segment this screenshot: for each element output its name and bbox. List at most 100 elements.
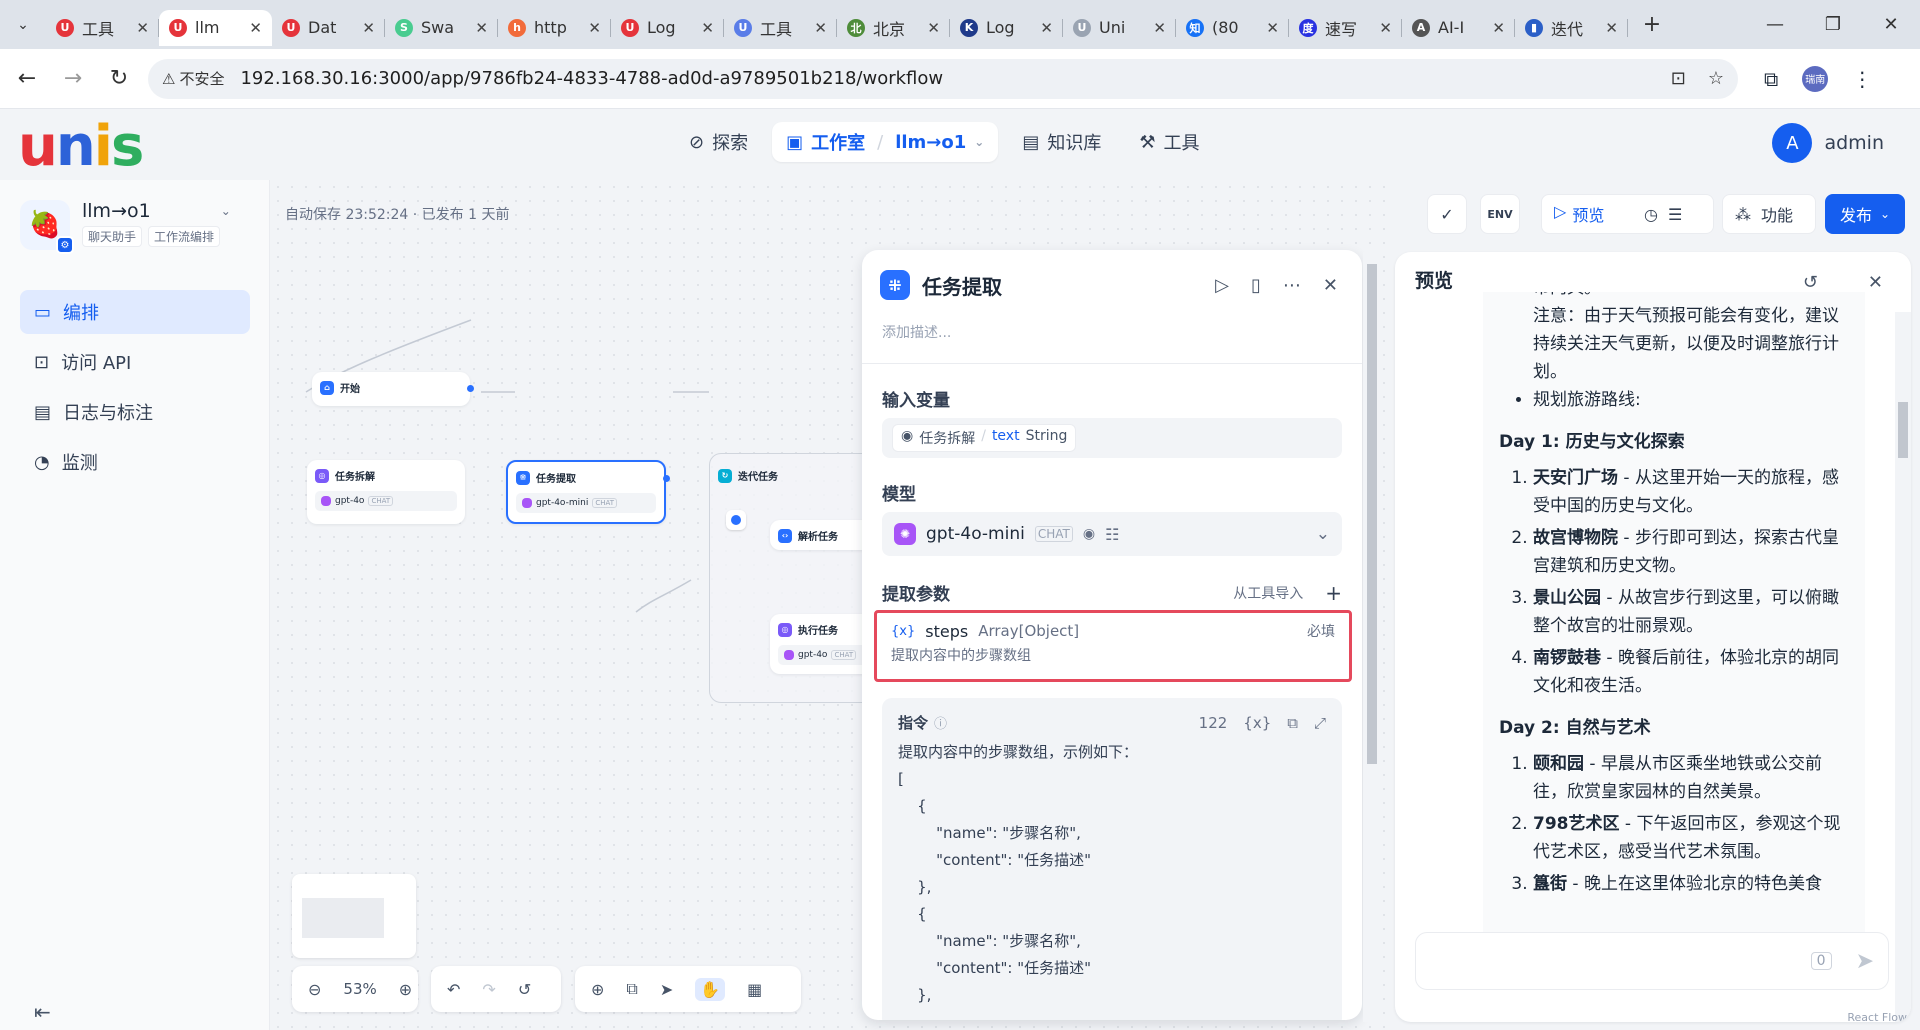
add-param-icon[interactable]: + (1325, 581, 1342, 605)
minimap[interactable] (292, 874, 416, 958)
chevron-down-icon[interactable]: ⌄ (221, 204, 231, 218)
preview-scrollbar[interactable] (1895, 312, 1911, 1022)
browser-tab[interactable]: U 工具 ✕ (724, 10, 837, 46)
collapse-sidebar-icon[interactable]: ⇤ (34, 1000, 51, 1024)
input-var-pill[interactable]: ◉ 任务拆解 / text String (892, 424, 1077, 452)
instruction-text[interactable]: 提取内容中的步骤数组，示例如下： [ { "name": "步骤名称", "co… (898, 739, 1326, 1009)
close-tab-icon[interactable]: ✕ (1040, 19, 1053, 37)
history-icon[interactable]: ↺ (518, 980, 531, 999)
insert-variable-icon[interactable]: {x} (1243, 714, 1271, 732)
user-menu[interactable]: A admin (1772, 123, 1884, 163)
nav-knowledge[interactable]: ▤ 知识库 (1008, 122, 1115, 162)
input-var-selector[interactable]: ◉ 任务拆解 / text String (882, 418, 1342, 458)
run-node-icon[interactable]: ▷ (1215, 275, 1229, 296)
reload-icon[interactable]: ↻ (100, 60, 138, 98)
panel-title[interactable]: 任务提取 (922, 271, 1002, 300)
add-note-icon[interactable]: ⧉ (626, 979, 637, 999)
browser-tab[interactable]: U 工具 ✕ (46, 10, 159, 46)
close-tab-icon[interactable]: ✕ (701, 19, 714, 37)
close-window-icon[interactable]: ✕ (1862, 0, 1920, 49)
omnibox[interactable]: ⚠ 不安全 192.168.30.16:3000/app/9786fb24-483… (148, 58, 1738, 99)
close-tab-icon[interactable]: ✕ (588, 19, 601, 37)
close-tab-icon[interactable]: ✕ (1379, 19, 1392, 37)
forward-icon[interactable]: → (54, 60, 92, 98)
instruction-editor[interactable]: 指令 ⓘ 122 {x} ⧉ ⤢ 提取内容中的步骤数组，示例如下： [ { "n… (882, 698, 1342, 1020)
chat-input[interactable]: 0 ➤ (1415, 932, 1889, 990)
node-handle[interactable] (663, 475, 670, 482)
close-tab-icon[interactable]: ✕ (475, 19, 488, 37)
node-handle[interactable] (467, 385, 474, 392)
hand-icon[interactable]: ✋ (695, 977, 726, 1001)
nav-explore[interactable]: ⊘ 探索 (675, 122, 762, 162)
pointer-icon[interactable]: ➤ (660, 980, 673, 999)
restart-icon[interactable]: ↺ (1803, 272, 1818, 293)
browser-tab[interactable]: ▮ 迭代 ✕ (1515, 10, 1628, 46)
zoom-level[interactable]: 53% (343, 980, 376, 998)
checklist-run-icon[interactable]: ☰ (1668, 205, 1682, 224)
browser-tab[interactable]: 度速写 ✕ (1289, 10, 1402, 46)
browser-tab[interactable]: K Log ✕ (950, 10, 1063, 46)
close-tab-icon[interactable]: ✕ (362, 19, 375, 37)
react-flow-attribution[interactable]: React Flow (1847, 1011, 1907, 1022)
browser-tab[interactable]: S Swa ✕ (385, 10, 498, 46)
nav-tools[interactable]: ⚒ 工具 (1125, 122, 1213, 162)
send-icon[interactable]: ➤ (1856, 949, 1874, 974)
close-tab-icon[interactable]: ✕ (1492, 19, 1505, 37)
sidebar-item-orchestrate[interactable]: ▭ 编排 (20, 290, 250, 334)
close-preview-icon[interactable]: ✕ (1868, 272, 1883, 293)
checklist-icon[interactable]: ✓ (1427, 194, 1467, 234)
layout-grid-icon[interactable]: ▦ (747, 980, 762, 999)
sidebar-item-logs[interactable]: ▤ 日志与标注 (20, 390, 250, 434)
undo-icon[interactable]: ↶ (447, 980, 460, 999)
panel-scrollbar[interactable] (1363, 252, 1381, 1022)
security-warning[interactable]: ⚠ 不安全 (162, 68, 224, 89)
browser-tab[interactable]: 北北京 ✕ (837, 10, 950, 46)
browser-tab[interactable]: U Log ✕ (611, 10, 724, 46)
url-text[interactable]: 192.168.30.16:3000/app/9786fb24-4833-478… (240, 68, 1648, 89)
browser-tab[interactable]: U Uni ✕ (1063, 10, 1176, 46)
node-start[interactable]: ⌂ 开始 (312, 372, 470, 406)
current-app-name[interactable]: llm→o1 (895, 132, 966, 153)
close-tab-icon[interactable]: ✕ (136, 19, 149, 37)
node-task-split[interactable]: ◎ 任务拆解 gpt-4o CHAT (307, 460, 465, 524)
sidebar-item-api[interactable]: ⊡ 访问 API (20, 340, 250, 384)
add-node-icon[interactable]: ⊕ (591, 980, 604, 999)
close-tab-icon[interactable]: ✕ (1153, 19, 1166, 37)
close-tab-icon[interactable]: ✕ (927, 19, 940, 37)
expand-icon[interactable]: ⤢ (1314, 714, 1326, 732)
model-selector[interactable]: ✺ gpt-4o-mini CHAT ◉ ☷ ⌄ (882, 512, 1342, 556)
more-icon[interactable]: ⋯ (1283, 275, 1301, 296)
help-icon[interactable]: ⓘ (934, 713, 947, 732)
nav-studio[interactable]: ▣ 工作室 / llm→o1 ⌄ (772, 122, 999, 162)
unis-logo[interactable]: unis (18, 119, 144, 175)
back-icon[interactable]: ← (8, 60, 46, 98)
close-tab-icon[interactable]: ✕ (1605, 19, 1618, 37)
env-icon[interactable]: ENV (1480, 194, 1520, 234)
app-card[interactable]: 🍓 ⚙ llm→o1 ⌄ 聊天助手 工作流编排 (20, 200, 231, 254)
close-tab-icon[interactable]: ✕ (1266, 19, 1279, 37)
iteration-container[interactable]: ↻ 迭代任务 ‹› 解析任务 ◎ 执行任务 gpt-4o CHAT (709, 453, 880, 703)
tab-search-icon[interactable]: ⌄ (0, 0, 46, 49)
copy-icon[interactable]: ⧉ (1287, 714, 1298, 732)
new-tab-button[interactable]: + (1634, 7, 1670, 43)
browser-tab[interactable]: A AI-I ✕ (1402, 10, 1515, 46)
preview-button[interactable]: ▷ 预览 (1554, 202, 1604, 226)
zoom-out-icon[interactable]: ⊖ (308, 980, 321, 999)
browser-tab[interactable]: Ullm ✕ (159, 9, 272, 46)
description-input[interactable]: 添加描述... (882, 322, 951, 342)
install-app-icon[interactable]: ⊡ (1671, 68, 1686, 89)
browser-menu-icon[interactable]: ⋮ (1852, 67, 1872, 91)
model-settings-icon[interactable]: ☷ (1105, 525, 1119, 544)
node-task-extract-selected[interactable]: ⁜ 任务提取 gpt-4o-mini CHAT (506, 460, 666, 524)
extensions-icon[interactable]: ⧉ (1764, 67, 1778, 91)
bookmark-star-icon[interactable]: ☆ (1708, 68, 1724, 89)
publish-button[interactable]: 发布 ⌄ (1825, 194, 1905, 234)
close-panel-icon[interactable]: ✕ (1323, 275, 1338, 296)
profile-avatar[interactable]: 瑞南 (1802, 65, 1829, 92)
zoom-in-icon[interactable]: ⊕ (399, 980, 412, 999)
redo-icon[interactable]: ↷ (482, 980, 495, 999)
close-tab-icon[interactable]: ✕ (249, 19, 262, 37)
help-book-icon[interactable]: ▯ (1251, 275, 1261, 296)
browser-tab[interactable]: 知 (80 ✕ (1176, 10, 1289, 46)
run-history-icon[interactable]: ◷ (1644, 205, 1658, 224)
